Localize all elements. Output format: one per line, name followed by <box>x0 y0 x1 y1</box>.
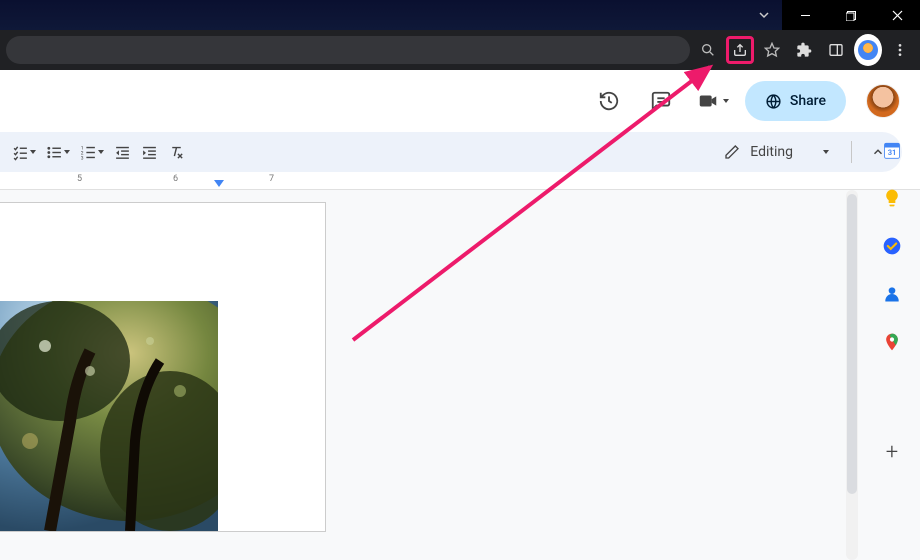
editing-mode-label: Editing <box>750 144 793 160</box>
calendar-icon[interactable]: 31 <box>882 140 902 160</box>
docs-toolbar: 123 Editing <box>0 132 902 172</box>
browser-menu-icon[interactable] <box>886 36 914 64</box>
chevron-down-icon <box>98 150 104 154</box>
ruler-number: 6 <box>173 174 178 184</box>
extensions-icon[interactable] <box>790 36 818 64</box>
meet-video-button[interactable] <box>693 81 733 121</box>
os-titlebar <box>0 0 920 30</box>
ruler-number: 7 <box>269 174 274 184</box>
maps-icon[interactable] <box>882 332 902 352</box>
version-history-icon[interactable] <box>589 81 629 121</box>
profile-avatar[interactable] <box>854 36 882 64</box>
user-avatar[interactable] <box>866 84 900 118</box>
search-icon[interactable] <box>694 36 722 64</box>
horizontal-ruler[interactable]: 5 6 7 <box>0 172 920 190</box>
side-panel: 31 + <box>864 132 920 465</box>
ruler-number: 5 <box>77 174 82 184</box>
close-button[interactable] <box>874 0 920 30</box>
chevron-down-icon <box>30 150 36 154</box>
checklist-button[interactable] <box>10 140 38 165</box>
tab-dropdown-button[interactable] <box>746 0 782 30</box>
editing-mode-button[interactable]: Editing <box>714 140 839 164</box>
tasks-icon[interactable] <box>882 236 902 256</box>
toolbar-divider <box>851 141 852 163</box>
decrease-indent-button[interactable] <box>112 140 133 165</box>
document-page[interactable] <box>0 202 326 532</box>
chevron-down-icon <box>823 150 829 154</box>
keep-icon[interactable] <box>882 188 902 208</box>
sidepanel-toggle-icon[interactable] <box>822 36 850 64</box>
bulleted-list-button[interactable] <box>44 140 72 165</box>
share-button[interactable]: Share <box>745 81 846 121</box>
bookmark-star-icon[interactable] <box>758 36 786 64</box>
inserted-image[interactable] <box>0 301 218 531</box>
chevron-down-icon <box>64 150 70 154</box>
add-addon-button[interactable]: + <box>886 440 898 465</box>
scrollbar-thumb[interactable] <box>847 194 857 494</box>
share-button-label: Share <box>790 93 826 109</box>
svg-text:31: 31 <box>888 148 897 157</box>
increase-indent-button[interactable] <box>139 140 160 165</box>
clear-formatting-button[interactable] <box>166 140 187 165</box>
minimize-button[interactable] <box>782 0 828 30</box>
indent-marker[interactable] <box>214 180 224 187</box>
os-window-controls <box>746 0 920 30</box>
address-bar[interactable] <box>6 36 690 64</box>
browser-toolbar <box>0 30 920 70</box>
document-area <box>0 190 920 560</box>
browser-share-button[interactable] <box>726 36 754 64</box>
docs-header: Share <box>0 70 920 132</box>
vertical-scrollbar[interactable] <box>846 190 858 560</box>
maximize-button[interactable] <box>828 0 874 30</box>
chevron-down-icon <box>723 99 729 103</box>
comments-icon[interactable] <box>641 81 681 121</box>
numbered-list-button[interactable]: 123 <box>78 140 106 165</box>
contacts-icon[interactable] <box>882 284 902 304</box>
svg-text:3: 3 <box>81 155 84 160</box>
